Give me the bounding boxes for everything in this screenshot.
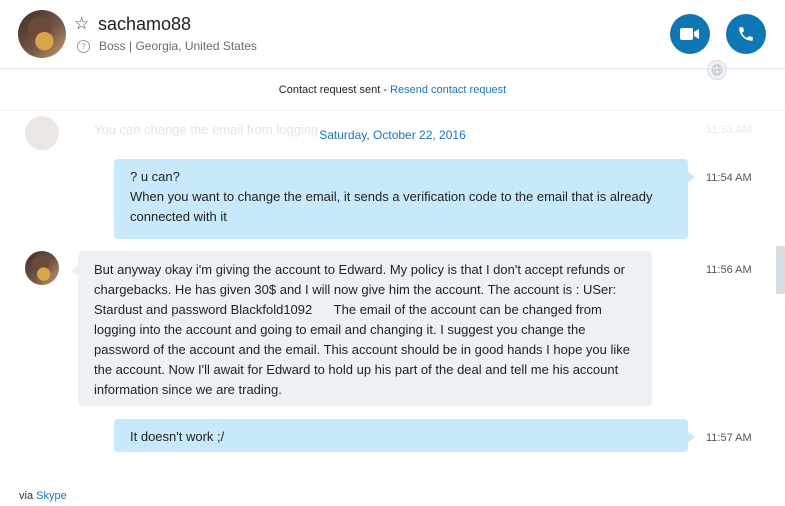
contact-request-notice: Contact request sent - Resend contact re… xyxy=(0,84,785,96)
sender-avatar[interactable] xyxy=(25,251,59,285)
globe-icon[interactable] xyxy=(707,60,727,80)
conversation-header: ☆ sachamo88 ? Boss | Georgia, United Sta… xyxy=(0,0,785,68)
resend-contact-request-link[interactable]: Resend contact request xyxy=(390,84,506,96)
incoming-message-bubble[interactable]: But anyway okay i'm giving the account t… xyxy=(71,251,652,406)
star-icon[interactable]: ☆ xyxy=(74,14,89,34)
date-separator: Saturday, October 22, 2016 xyxy=(319,128,466,142)
notice-text: Contact request sent - xyxy=(278,84,391,96)
notice-divider xyxy=(0,110,785,111)
info-icon[interactable]: ? xyxy=(77,40,90,53)
contact-subtitle: Boss | Georgia, United States xyxy=(99,39,257,53)
outgoing-message-bubble[interactable]: It doesn't work ;/ xyxy=(114,419,695,452)
via-footer: via Skype xyxy=(19,490,67,502)
video-call-button[interactable] xyxy=(670,14,710,54)
message-timestamp: 11:57 AM xyxy=(706,432,752,444)
message-text: When you want to change the email, it se… xyxy=(130,189,653,224)
message-text: ? u can? xyxy=(130,169,180,184)
message-timestamp: 11:54 AM xyxy=(706,172,752,184)
message-text: But anyway okay i'm giving the account t… xyxy=(94,262,634,397)
video-camera-icon xyxy=(680,28,699,40)
message-timestamp: 11:56 AM xyxy=(706,264,752,276)
outgoing-message-bubble[interactable]: ? u can? When you want to change the ema… xyxy=(114,159,695,239)
phone-icon xyxy=(739,27,753,41)
contact-avatar[interactable] xyxy=(18,10,66,58)
audio-call-button[interactable] xyxy=(726,14,766,54)
message-text: It doesn't work ;/ xyxy=(130,429,225,444)
scrollbar-thumb[interactable] xyxy=(776,246,785,294)
skype-link[interactable]: Skype xyxy=(36,490,67,502)
header-divider xyxy=(0,68,785,69)
contact-name[interactable]: sachamo88 xyxy=(98,14,191,35)
footer-prefix: via xyxy=(19,490,37,502)
